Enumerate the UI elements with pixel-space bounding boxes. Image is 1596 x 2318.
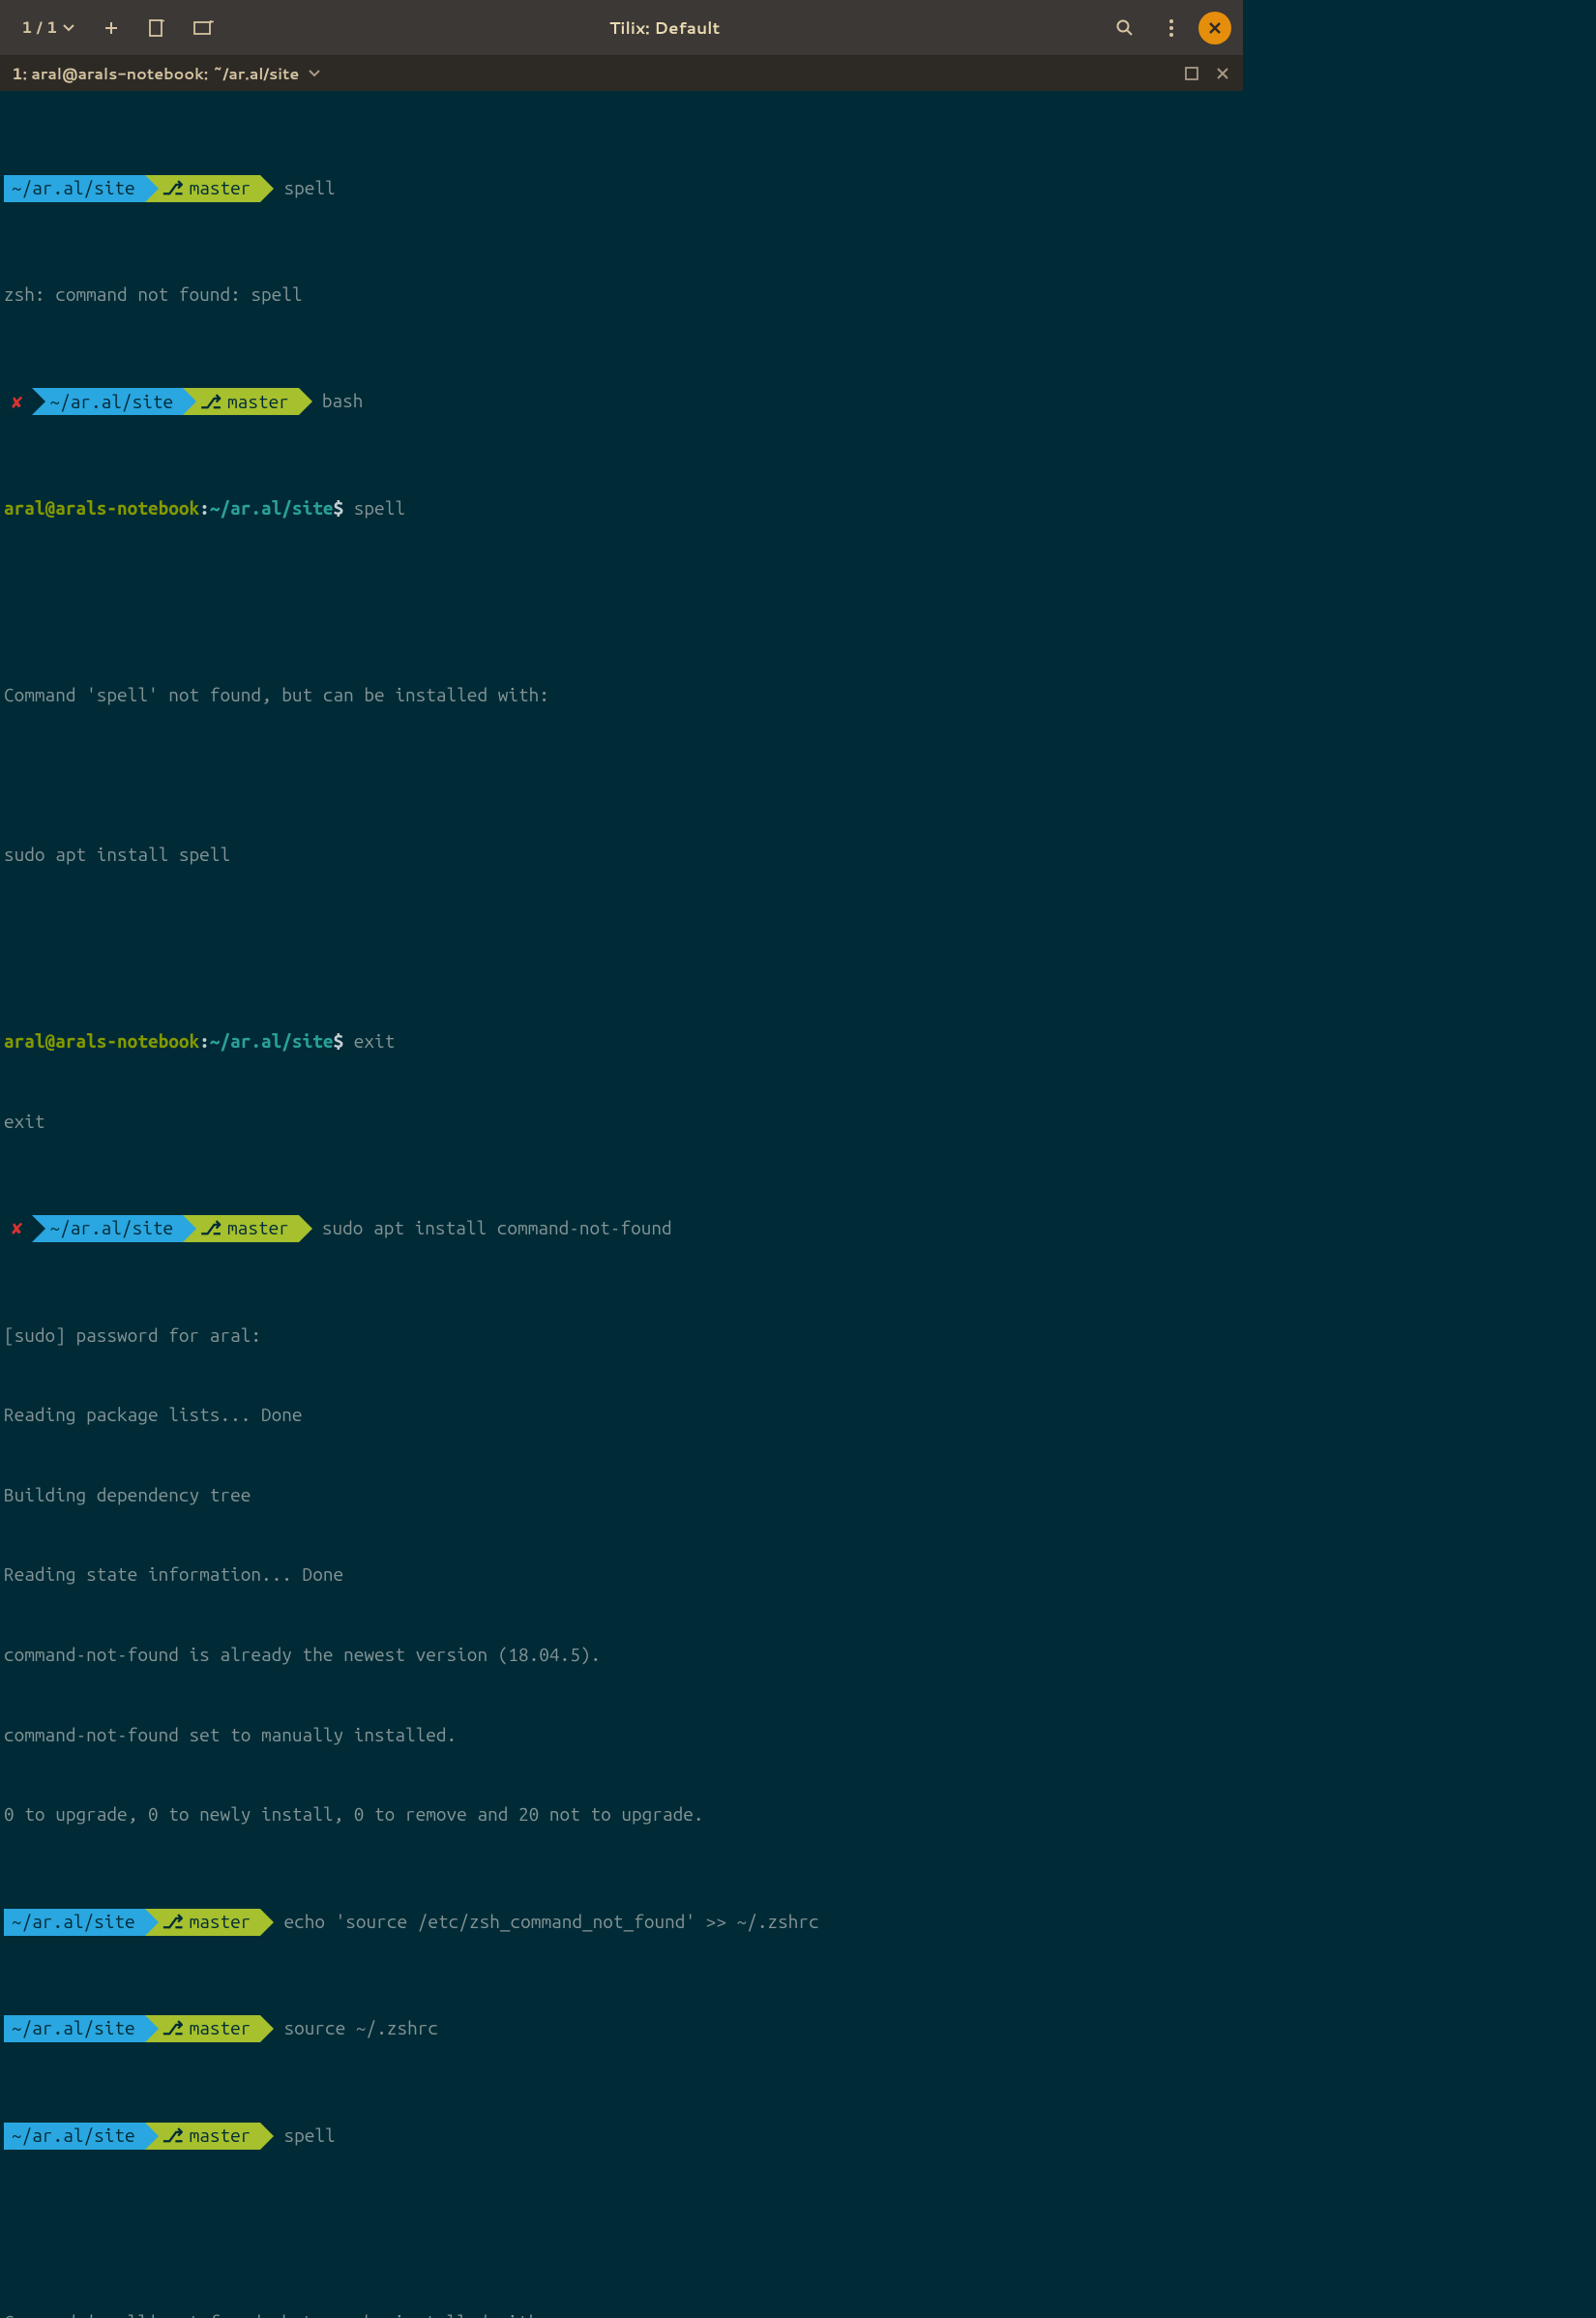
output-line: Building dependency tree — [4, 1482, 1239, 1509]
tab-bar: 1: aral@arals-notebook: ~/ar.al/site — [0, 56, 1243, 91]
close-window-button[interactable] — [1198, 12, 1231, 45]
git-branch-icon: ⎇ — [200, 389, 222, 416]
kebab-menu-icon — [1169, 19, 1173, 37]
prompt-line: ✘ ~/ar.al/site ⎇master sudo apt install … — [4, 1215, 1239, 1242]
output-line — [4, 922, 1239, 949]
output-line: [sudo] password for aral: — [4, 1322, 1239, 1350]
maximize-icon — [1185, 67, 1198, 80]
menu-button[interactable] — [1152, 9, 1191, 47]
prompt-branch-segment: ⎇master — [145, 2015, 261, 2042]
prompt-line: ~/ar.al/site ⎇master spell — [4, 2123, 1239, 2150]
output-line: command-not-found set to manually instal… — [4, 1722, 1239, 1749]
output-line — [4, 762, 1239, 789]
prompt-line: ~/ar.al/site ⎇master source ~/.zshrc — [4, 2015, 1239, 2042]
prompt-path-segment: ~/ar.al/site — [32, 1215, 183, 1242]
search-icon — [1116, 19, 1134, 37]
close-icon — [1208, 21, 1222, 35]
prompt-branch-segment: ⎇master — [183, 388, 299, 415]
session-count-label: 1 / 1 — [21, 16, 57, 39]
git-branch-icon: ⎇ — [200, 1215, 222, 1242]
prompt-path-segment: ~/ar.al/site — [4, 1909, 145, 1936]
output-line — [4, 2229, 1239, 2256]
headerbar: 1 / 1 Tilix: Default — [0, 0, 1243, 56]
output-line: zsh: command not found: spell — [4, 282, 1239, 309]
terminal-pane[interactable]: ~/ar.al/site ⎇master spell zsh: command … — [0, 91, 1243, 2318]
chevron-down-icon — [309, 70, 320, 77]
output-line: Reading package lists... Done — [4, 1402, 1239, 1429]
close-pane-button[interactable] — [1214, 65, 1231, 82]
output-line: command-not-found is already the newest … — [4, 1642, 1239, 1669]
prompt-line: ~/ar.al/site ⎇master echo 'source /etc/z… — [4, 1909, 1239, 1936]
bash-prompt-line: aral@arals-notebook:~/ar.al/site$ exit — [4, 1028, 1239, 1055]
add-terminal-down-icon — [148, 18, 167, 38]
plus-icon — [103, 20, 119, 36]
window-title: Tilix: Default — [223, 16, 1106, 40]
tab-title-button[interactable]: 1: aral@arals-notebook: ~/ar.al/site — [12, 63, 320, 85]
git-branch-icon: ⎇ — [163, 2015, 184, 2042]
tab-actions — [1183, 65, 1231, 82]
prompt-status-segment: ✘ — [4, 388, 32, 415]
add-terminal-right-icon — [193, 19, 215, 37]
session-count-button[interactable]: 1 / 1 — [12, 11, 84, 45]
bash-prompt-line: aral@arals-notebook:~/ar.al/site$ spell — [4, 495, 1239, 522]
prompt-path-segment: ~/ar.al/site — [32, 388, 183, 415]
git-branch-icon: ⎇ — [163, 175, 184, 202]
chevron-down-icon — [63, 24, 74, 32]
output-line: Command 'spell' not found, but can be in… — [4, 2309, 1239, 2318]
command-text: echo 'source /etc/zsh_command_not_found'… — [260, 1909, 818, 1936]
prompt-status-segment: ✘ — [4, 1215, 32, 1242]
add-session-button[interactable] — [92, 9, 131, 47]
output-line — [4, 602, 1239, 629]
prompt-branch-segment: ⎇master — [145, 1909, 261, 1936]
output-line: Reading state information... Done — [4, 1561, 1239, 1589]
output-line: sudo apt install spell — [4, 842, 1239, 869]
command-text: source ~/.zshrc — [260, 2015, 438, 2042]
add-terminal-right-button[interactable] — [185, 9, 223, 47]
git-branch-icon: ⎇ — [163, 2123, 184, 2150]
tab-title-label: 1: aral@arals-notebook: ~/ar.al/site — [12, 63, 299, 85]
output-line: 0 to upgrade, 0 to newly install, 0 to r… — [4, 1801, 1239, 1828]
prompt-branch-segment: ⎇master — [145, 2123, 261, 2150]
command-text: sudo apt install command-not-found — [299, 1215, 672, 1242]
prompt-path-segment: ~/ar.al/site — [4, 2123, 145, 2150]
git-branch-icon: ⎇ — [163, 1909, 184, 1936]
output-line: Command 'spell' not found, but can be in… — [4, 682, 1239, 709]
error-mark-icon: ✘ — [12, 389, 22, 416]
close-icon — [1216, 67, 1229, 80]
error-mark-icon: ✘ — [12, 1215, 22, 1242]
search-button[interactable] — [1106, 9, 1144, 47]
maximize-pane-button[interactable] — [1183, 65, 1200, 82]
prompt-path-segment: ~/ar.al/site — [4, 175, 145, 202]
prompt-branch-segment: ⎇master — [145, 175, 261, 202]
prompt-line: ✘ ~/ar.al/site ⎇master bash — [4, 388, 1239, 415]
headerbar-left: 1 / 1 — [12, 9, 223, 47]
prompt-line: ~/ar.al/site ⎇master spell — [4, 175, 1239, 202]
prompt-branch-segment: ⎇master — [183, 1215, 299, 1242]
add-terminal-down-button[interactable] — [138, 9, 177, 47]
headerbar-right — [1106, 9, 1231, 47]
prompt-path-segment: ~/ar.al/site — [4, 2015, 145, 2042]
output-line: exit — [4, 1109, 1239, 1136]
